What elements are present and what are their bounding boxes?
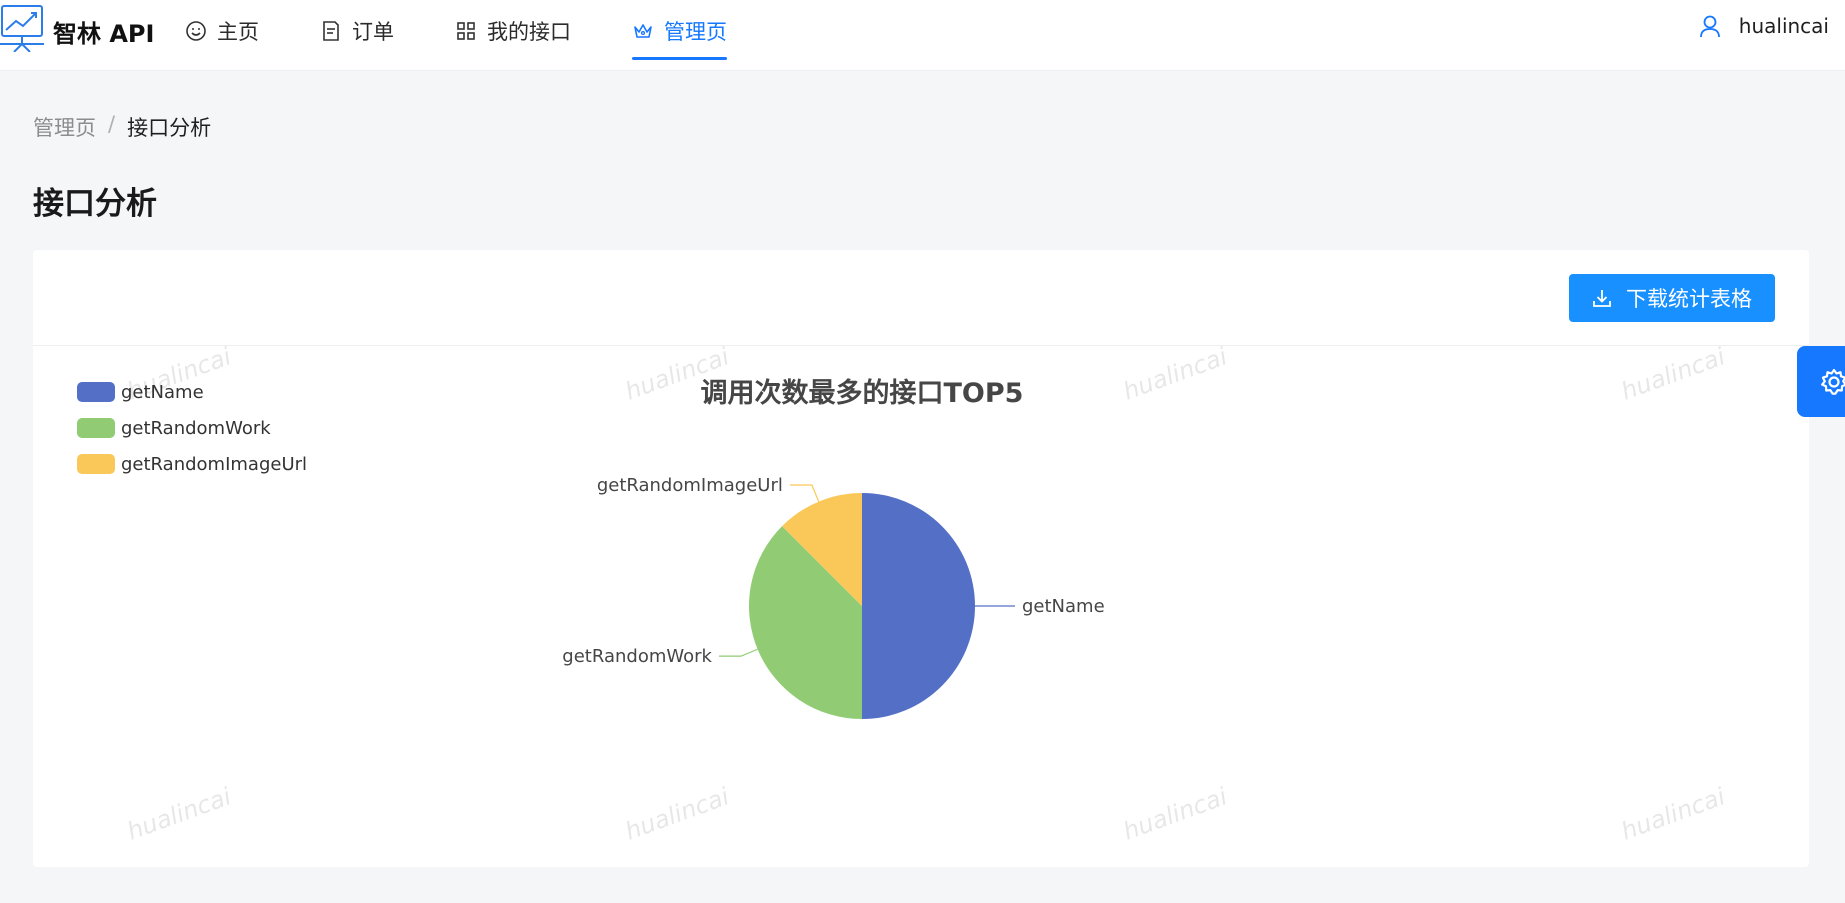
pie-chart: 调用次数最多的接口TOP5 getName getRandomWork getRan… bbox=[77, 377, 1105, 719]
user-name: hualincai bbox=[1738, 14, 1829, 38]
nav-item-my-interfaces-label: 我的接口 bbox=[487, 20, 571, 44]
logo-icon[interactable] bbox=[0, 4, 46, 52]
chart-title: 调用次数最多的接口TOP5 bbox=[701, 377, 1024, 409]
file-text-icon bbox=[323, 21, 339, 41]
app-brand-title[interactable]: 智林 API bbox=[53, 14, 154, 49]
legend-swatch[interactable] bbox=[77, 454, 115, 474]
nav-item-my-interfaces[interactable]: 我的接口 bbox=[455, 0, 571, 62]
legend-label[interactable]: getRandomWork bbox=[121, 418, 271, 439]
pie-label: getRandomImageUrl bbox=[597, 475, 783, 496]
user-menu[interactable]: hualincai bbox=[1699, 14, 1829, 38]
legend-label[interactable]: getRandomImageUrl bbox=[121, 454, 307, 475]
pie-label: getName bbox=[1022, 596, 1105, 617]
download-icon bbox=[1593, 290, 1611, 307]
nav-item-orders-label: 订单 bbox=[352, 20, 394, 44]
appstore-icon bbox=[457, 22, 475, 40]
download-stats-label: 下载统计表格 bbox=[1626, 287, 1752, 311]
legend-swatch[interactable] bbox=[77, 418, 115, 438]
legend-swatch[interactable] bbox=[77, 382, 115, 402]
user-icon bbox=[1699, 15, 1720, 38]
pie-slice-getName[interactable] bbox=[862, 493, 975, 719]
breadcrumb-item-current: 接口分析 bbox=[127, 116, 212, 140]
gear-icon bbox=[1821, 368, 1845, 395]
nav-item-orders[interactable]: 订单 bbox=[320, 0, 394, 62]
pie-label: getRandomWork bbox=[562, 646, 712, 667]
settings-drawer-handle[interactable] bbox=[1797, 346, 1845, 417]
breadcrumb-separator: / bbox=[108, 112, 116, 136]
analysis-card: 下载统计表格 调用次数最多的接口TOP5 getName getRandomWor… bbox=[33, 250, 1809, 867]
crown-icon bbox=[634, 24, 652, 38]
smile-icon bbox=[186, 21, 206, 41]
nav-item-admin[interactable]: 管理页 bbox=[632, 0, 727, 62]
nav-item-home-label: 主页 bbox=[217, 20, 259, 44]
top-navigation-bar: 智林 API 主页 订单 我的接口 管理页 hualincai bbox=[0, 0, 1845, 71]
download-stats-button[interactable]: 下载统计表格 bbox=[1569, 274, 1775, 322]
page-title: 接口分析 bbox=[33, 186, 157, 222]
pie-label-line bbox=[789, 484, 820, 502]
nav-item-admin-label: 管理页 bbox=[664, 20, 727, 44]
nav-item-home[interactable]: 主页 bbox=[185, 0, 259, 62]
pie-label-line bbox=[718, 648, 758, 657]
breadcrumb-item-admin[interactable]: 管理页 bbox=[33, 112, 96, 142]
breadcrumb: 管理页 / 接口分析 bbox=[33, 112, 211, 142]
legend-label[interactable]: getName bbox=[121, 382, 204, 403]
